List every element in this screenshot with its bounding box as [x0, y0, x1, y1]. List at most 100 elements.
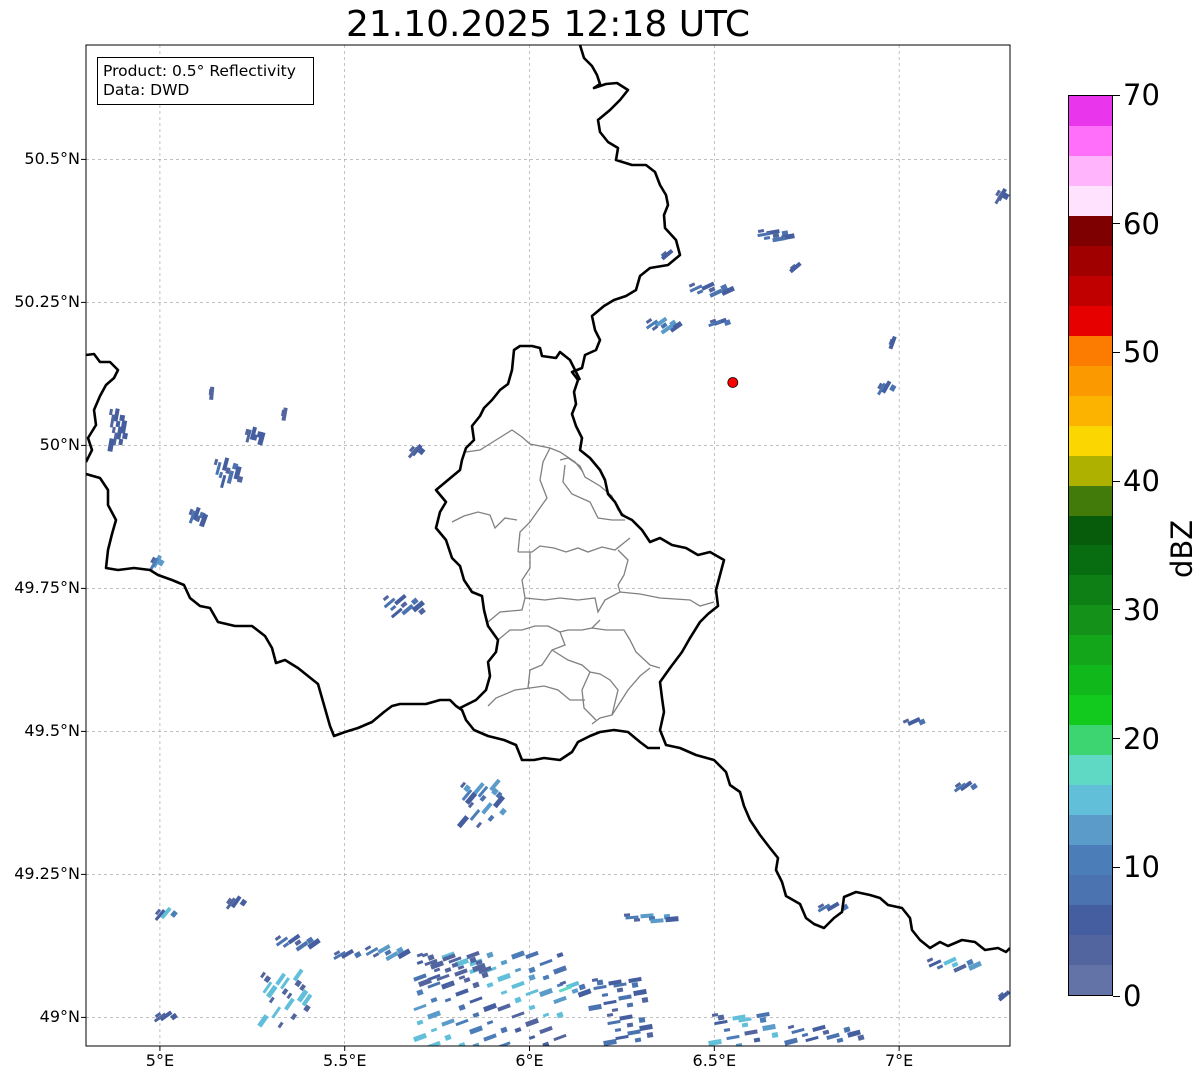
echo-cell — [514, 1027, 522, 1033]
colorbar-segment — [1069, 755, 1112, 786]
echo-cell — [542, 974, 550, 981]
colorbar-segment — [1069, 215, 1112, 246]
echo-cell — [812, 1024, 826, 1032]
echo-cell — [257, 1014, 269, 1028]
colorbar-segment — [1069, 785, 1112, 816]
echo-cell — [455, 988, 469, 997]
colorbar-tick-mark — [1113, 995, 1120, 997]
echo-cell — [444, 967, 452, 973]
echo-cell — [427, 1040, 441, 1046]
lon-tick-label: 7°E — [884, 1051, 914, 1070]
colorbar-tick-label: 10 — [1123, 850, 1160, 885]
echo-cell — [481, 802, 493, 815]
echo-cell — [641, 997, 649, 1003]
colorbar-segment — [1069, 935, 1112, 966]
echo-cell — [744, 1029, 758, 1036]
echo-cell — [525, 988, 539, 997]
echo-cell — [717, 1014, 725, 1021]
echo-cell — [118, 438, 124, 446]
echo-cell — [714, 1019, 728, 1026]
echo-cell — [805, 1035, 819, 1043]
echo-cell — [218, 471, 224, 479]
colorbar-segment — [1069, 185, 1112, 216]
echo-cell — [784, 1037, 798, 1046]
echo-cell — [109, 408, 113, 416]
echo-cell — [696, 289, 704, 295]
echo-cell — [483, 1033, 497, 1042]
colorbar-segment — [1069, 545, 1112, 576]
echo-cell — [623, 913, 631, 917]
echo-cell — [292, 968, 304, 982]
echo-cell — [284, 997, 295, 1011]
echo-cell — [843, 1026, 851, 1033]
echo-cell — [469, 809, 481, 821]
echo-cell — [801, 1032, 809, 1038]
colorbar-segment — [1069, 515, 1112, 546]
product-info-box: Product: 0.5° Reflectivity Data: DWD — [97, 57, 314, 105]
echo-cell — [639, 1023, 653, 1032]
echo-cell — [382, 594, 390, 602]
echo-cell — [444, 1034, 452, 1041]
echo-cell — [771, 1032, 779, 1038]
echo-cell — [627, 1029, 641, 1036]
echo-cell — [389, 604, 397, 612]
echo-cell — [926, 957, 934, 963]
echo-cell — [353, 951, 362, 959]
echo-cell — [427, 954, 435, 961]
echo-cell — [500, 959, 508, 966]
echo-cell — [458, 1004, 466, 1011]
echo-cell — [539, 1025, 553, 1035]
echo-cell — [553, 965, 567, 975]
echo-cell — [626, 1002, 634, 1008]
colorbar-tick-mark — [1113, 480, 1120, 482]
echo-cell — [430, 1027, 438, 1033]
echo-cell — [413, 1003, 427, 1012]
echo-cell — [753, 1037, 761, 1043]
colorbar-segment — [1069, 815, 1112, 846]
radar-site-marker — [727, 377, 739, 388]
echo-cell — [209, 386, 215, 400]
colorbar-segment — [1069, 875, 1112, 906]
colorbar-tick-mark — [1113, 738, 1120, 740]
colorbar-segment — [1069, 425, 1112, 456]
dbz-colorbar — [1068, 95, 1113, 996]
echo-cell — [441, 1018, 455, 1027]
echo-cell — [618, 994, 632, 1001]
echo-cell — [558, 985, 573, 993]
echo-cell — [416, 1019, 424, 1026]
echo-cell — [889, 384, 897, 392]
echo-cell — [372, 952, 380, 958]
echo-cell — [483, 1002, 497, 1013]
echo-cell — [107, 438, 115, 452]
echo-cell — [606, 1013, 614, 1017]
echo-cell — [416, 989, 424, 996]
echo-cell — [631, 982, 639, 988]
echo-cell — [497, 1041, 511, 1046]
echo-cell — [763, 236, 771, 240]
colorbar-tick-label: 60 — [1123, 206, 1160, 241]
echo-cell — [588, 1003, 602, 1012]
echo-cell — [456, 815, 470, 829]
echo-cell — [571, 988, 579, 994]
echo-cell — [762, 1023, 776, 1032]
echo-cell — [723, 1028, 731, 1032]
colorbar-tick-label: 30 — [1123, 592, 1160, 627]
echo-cell — [458, 1042, 466, 1046]
colorbar-tick-mark — [1113, 223, 1120, 225]
colorbar-tick-label: 20 — [1123, 721, 1160, 756]
echo-cell — [646, 1032, 654, 1038]
echo-cell — [645, 318, 653, 324]
lat-tick-label: 49.25°N — [14, 864, 80, 884]
echo-cell — [525, 1017, 539, 1028]
echo-cell — [444, 997, 452, 1003]
echo-cell — [539, 958, 553, 967]
echo-cell — [614, 1028, 622, 1032]
colorbar-segment — [1069, 96, 1112, 126]
colorbar-segment — [1069, 155, 1112, 186]
lat-tick-label: 49.75°N — [14, 578, 80, 598]
echo-cell — [274, 935, 282, 941]
colorbar-segment — [1069, 305, 1112, 336]
echo-cell — [454, 968, 468, 977]
echo-cell — [616, 987, 624, 993]
echo-cell — [857, 1034, 865, 1041]
